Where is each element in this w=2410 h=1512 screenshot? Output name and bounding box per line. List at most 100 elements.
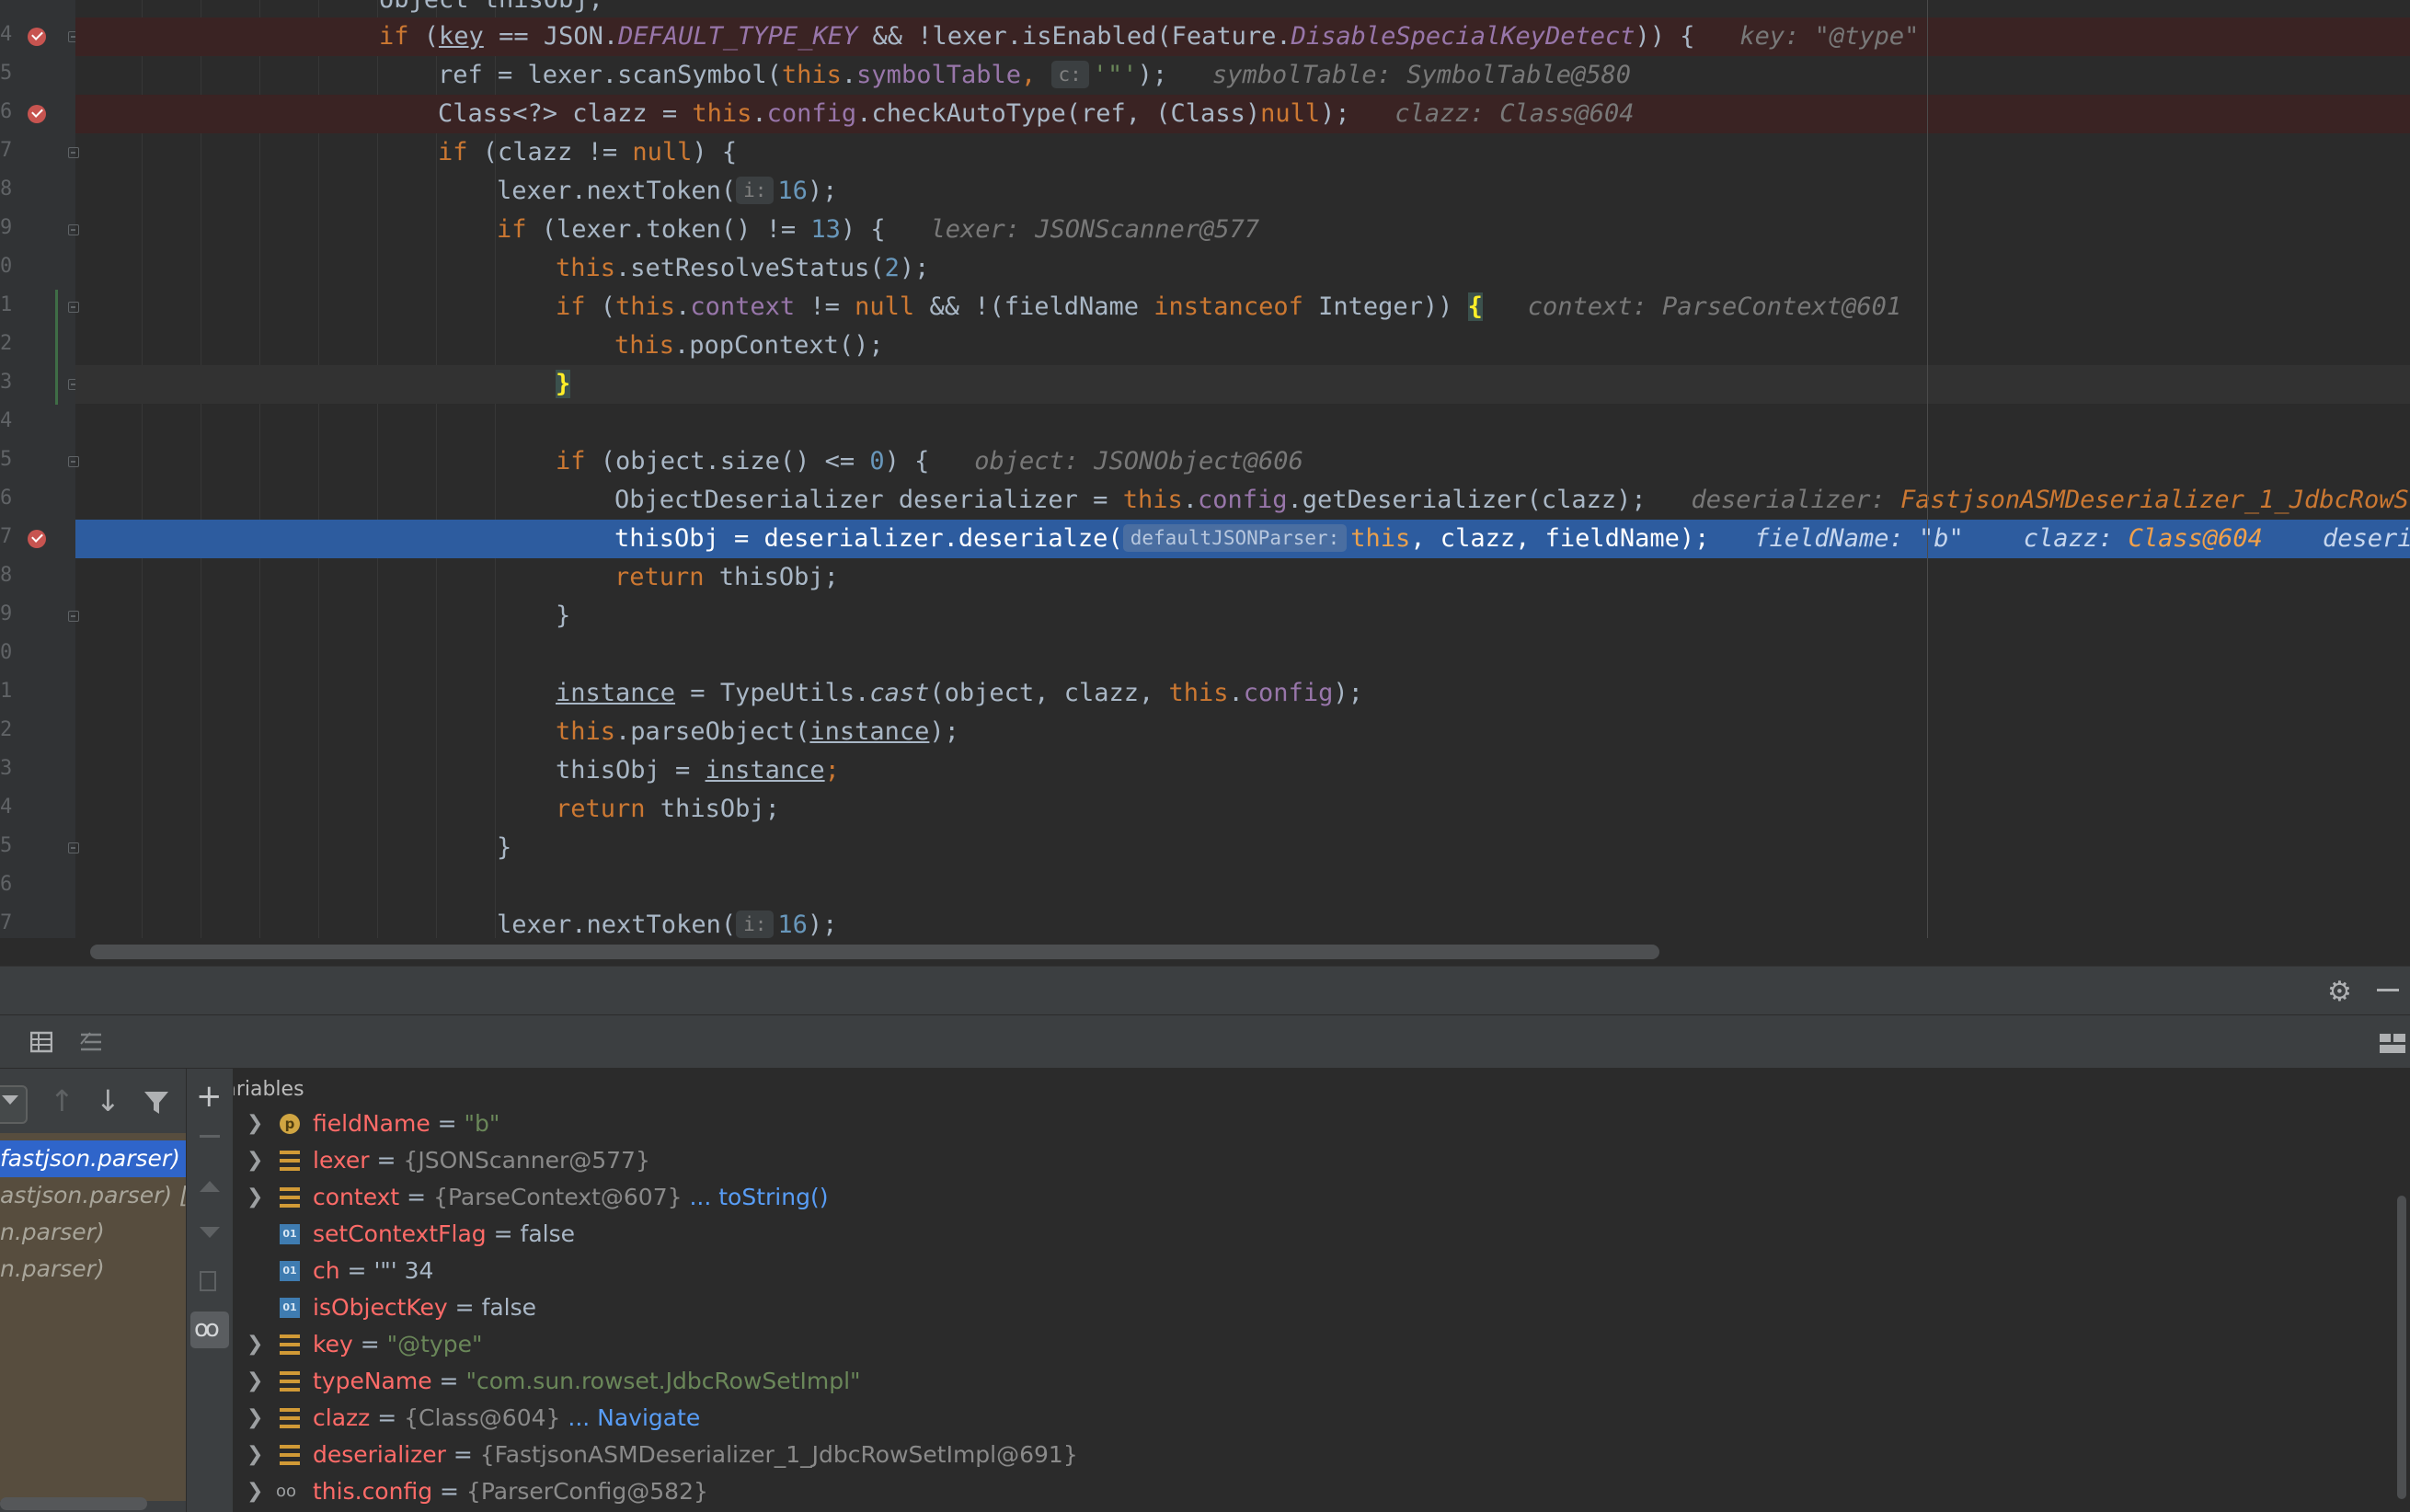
table-view-icon[interactable] <box>30 1031 52 1053</box>
code-token: . <box>1228 679 1244 707</box>
line-number: 6 <box>0 100 13 123</box>
show-watches-toggle[interactable]: oo <box>190 1312 229 1348</box>
list-settings-icon[interactable] <box>79 1031 103 1053</box>
frame-item[interactable]: n.parser) <box>0 1251 186 1288</box>
breakpoint-icon[interactable] <box>28 530 46 548</box>
gutter-row[interactable]: 9 <box>0 211 79 249</box>
variable-eq: = <box>369 1147 404 1174</box>
to-string-link[interactable]: ... toString() <box>683 1184 828 1210</box>
code-line[interactable]: this.parseObject(instance); <box>75 713 2410 751</box>
code-line[interactable]: this.popContext(); <box>75 326 2410 365</box>
copy-icon[interactable] <box>200 1271 216 1291</box>
gutter-row: 6 <box>0 481 75 520</box>
execution-point-line[interactable]: thisObj = deserializer.deserialze(defaul… <box>75 520 2410 558</box>
expand-arrow-icon[interactable]: ❯ <box>247 1326 263 1363</box>
filter-icon[interactable] <box>143 1091 169 1115</box>
remove-watch-icon[interactable] <box>200 1135 220 1138</box>
gutter-row[interactable]: 7 <box>0 520 75 558</box>
thread-selector[interactable] <box>0 1085 28 1124</box>
variable-row[interactable]: ❯ clazz = {Class@604} ... Navigate <box>234 1400 2410 1437</box>
expand-arrow-icon[interactable]: ❯ <box>247 1437 263 1473</box>
expand-arrow-icon[interactable]: ❯ <box>247 1105 263 1142</box>
code-line[interactable]: instance = TypeUtils.cast(object, clazz,… <box>75 674 2410 713</box>
move-up-icon[interactable] <box>200 1181 220 1192</box>
gutter-row[interactable]: 4 <box>0 17 79 56</box>
code-line[interactable]: if (object.size() <= 0) { object: JSONOb… <box>75 442 2410 481</box>
gutter-row[interactable]: 6 <box>0 95 75 133</box>
gutter-row[interactable]: 5 <box>0 829 79 867</box>
code-token: thisObj; <box>645 795 780 823</box>
breakpoint-icon[interactable] <box>28 105 46 123</box>
code-line[interactable]: Class<?> clazz = this.config.checkAutoTy… <box>75 95 2410 133</box>
code-editor[interactable]: 4 5 6 7 8 9 0 1 2 3 4 5 6 7 8 9 0 1 2 3 … <box>0 0 2410 966</box>
variable-row[interactable]: 01 isObjectKey = false <box>234 1289 2410 1326</box>
breakpoint-icon[interactable] <box>28 28 46 46</box>
variable-row[interactable]: ❯ p fieldName = "b" <box>234 1105 2410 1142</box>
frame-item[interactable]: astjson.parser) [1 <box>0 1177 186 1214</box>
arrow-up-icon[interactable]: ↑ <box>50 1083 75 1118</box>
code-line[interactable]: } <box>75 829 2410 867</box>
keyword: if <box>497 215 527 244</box>
navigate-link[interactable]: ... Navigate <box>560 1404 700 1431</box>
gutter-row[interactable]: 9 <box>0 597 79 636</box>
code-line[interactable]: return thisObj; <box>75 790 2410 829</box>
number-literal: 13 <box>810 215 841 244</box>
variable-row[interactable]: ❯ key = "@type" <box>234 1326 2410 1363</box>
field-icon <box>280 1334 300 1355</box>
code-line[interactable]: } <box>75 597 2410 636</box>
code-line[interactable]: this.setResolveStatus(2); <box>75 249 2410 288</box>
code-line-caret[interactable]: } <box>75 365 2410 404</box>
expand-arrow-icon[interactable]: ❯ <box>247 1400 263 1437</box>
minimize-icon[interactable] <box>2377 989 2399 991</box>
variables-scrollbar[interactable] <box>2397 1196 2406 1499</box>
expand-arrow-icon[interactable]: ❯ <box>247 1179 263 1216</box>
code-line[interactable]: lexer.nextToken(i: 16); <box>75 172 2410 211</box>
code-line[interactable]: object thisObj; <box>75 0 2410 19</box>
arrow-down-icon[interactable]: ↓ <box>96 1083 120 1118</box>
code-line[interactable] <box>75 636 2410 674</box>
code-line[interactable]: thisObj = instance; <box>75 751 2410 790</box>
variable-eq: = <box>486 1220 521 1247</box>
variable-row[interactable]: 01 setContextFlag = false <box>234 1216 2410 1253</box>
frame-item[interactable]: fastjson.parser) [1 <box>0 1140 186 1177</box>
code-token: .popContext(); <box>674 331 884 360</box>
expand-arrow-icon[interactable]: ❯ <box>247 1142 263 1179</box>
gutter-row[interactable]: 3 <box>0 365 79 404</box>
variable-row[interactable]: ❯ typeName = "com.sun.rowset.JdbcRowSetI… <box>234 1363 2410 1400</box>
frames-list[interactable]: fastjson.parser) [1 astjson.parser) [1 n… <box>0 1133 186 1501</box>
inline-value: lexer: JSONScanner@577 <box>930 215 1260 244</box>
editor-gutter[interactable]: 4 5 6 7 8 9 0 1 2 3 4 5 6 7 8 9 0 1 2 3 … <box>0 0 79 938</box>
expand-arrow-icon[interactable]: ❯ <box>247 1473 263 1510</box>
code-line[interactable]: return thisObj; <box>75 558 2410 597</box>
gutter-row[interactable]: 1 <box>0 288 79 326</box>
code-line[interactable]: if (this.context != null && !(fieldName … <box>75 288 2410 326</box>
move-down-icon[interactable] <box>200 1227 220 1238</box>
line-number: 4 <box>0 796 13 819</box>
layout-icon[interactable] <box>2379 1033 2406 1055</box>
variable-row[interactable]: ❯ oo this.config = {ParserConfig@582} <box>234 1473 2410 1510</box>
variable-row[interactable]: ❯ deserializer = {FastjsonASMDeserialize… <box>234 1437 2410 1473</box>
horizontal-scroll-thumb[interactable] <box>90 945 1659 959</box>
variable-row[interactable]: ❯ lexer = {JSONScanner@577} <box>234 1142 2410 1179</box>
code-line[interactable] <box>75 404 2410 442</box>
gutter-row: 0 <box>0 636 75 674</box>
code-line[interactable]: if (key == JSON.DEFAULT_TYPE_KEY && !lex… <box>75 17 2410 56</box>
code-line[interactable]: if (clazz != null) { <box>75 133 2410 172</box>
add-watch-icon[interactable]: + <box>196 1078 223 1115</box>
code-line[interactable]: if (lexer.token() != 13) { lexer: JSONSc… <box>75 211 2410 249</box>
code-area[interactable]: object thisObj; if (key == JSON.DEFAULT_… <box>75 0 2410 939</box>
code-line[interactable]: ObjectDeserializer deserializer = this.c… <box>75 481 2410 520</box>
variable-row[interactable]: 01 ch = '"' 34 <box>234 1253 2410 1289</box>
variables-tree[interactable]: ❯ p fieldName = "b" ❯ lexer = {JSONScann… <box>234 1110 2410 1512</box>
expand-arrow-icon[interactable]: ❯ <box>247 1363 263 1400</box>
frames-scrollbar[interactable] <box>0 1497 147 1510</box>
gutter-row[interactable]: 5 <box>0 442 79 481</box>
gear-icon[interactable]: ⚙ <box>2327 976 2352 1008</box>
code-line[interactable] <box>75 867 2410 906</box>
frame-item[interactable]: n.parser) <box>0 1214 186 1251</box>
gutter-row[interactable]: 7 <box>0 133 79 172</box>
variable-eq: = <box>430 1110 465 1137</box>
code-line[interactable]: ref = lexer.scanSymbol(this.symbolTable,… <box>75 56 2410 95</box>
chevron-down-icon <box>2 1095 18 1105</box>
variable-row[interactable]: ❯ context = {ParseContext@607} ... toStr… <box>234 1179 2410 1216</box>
